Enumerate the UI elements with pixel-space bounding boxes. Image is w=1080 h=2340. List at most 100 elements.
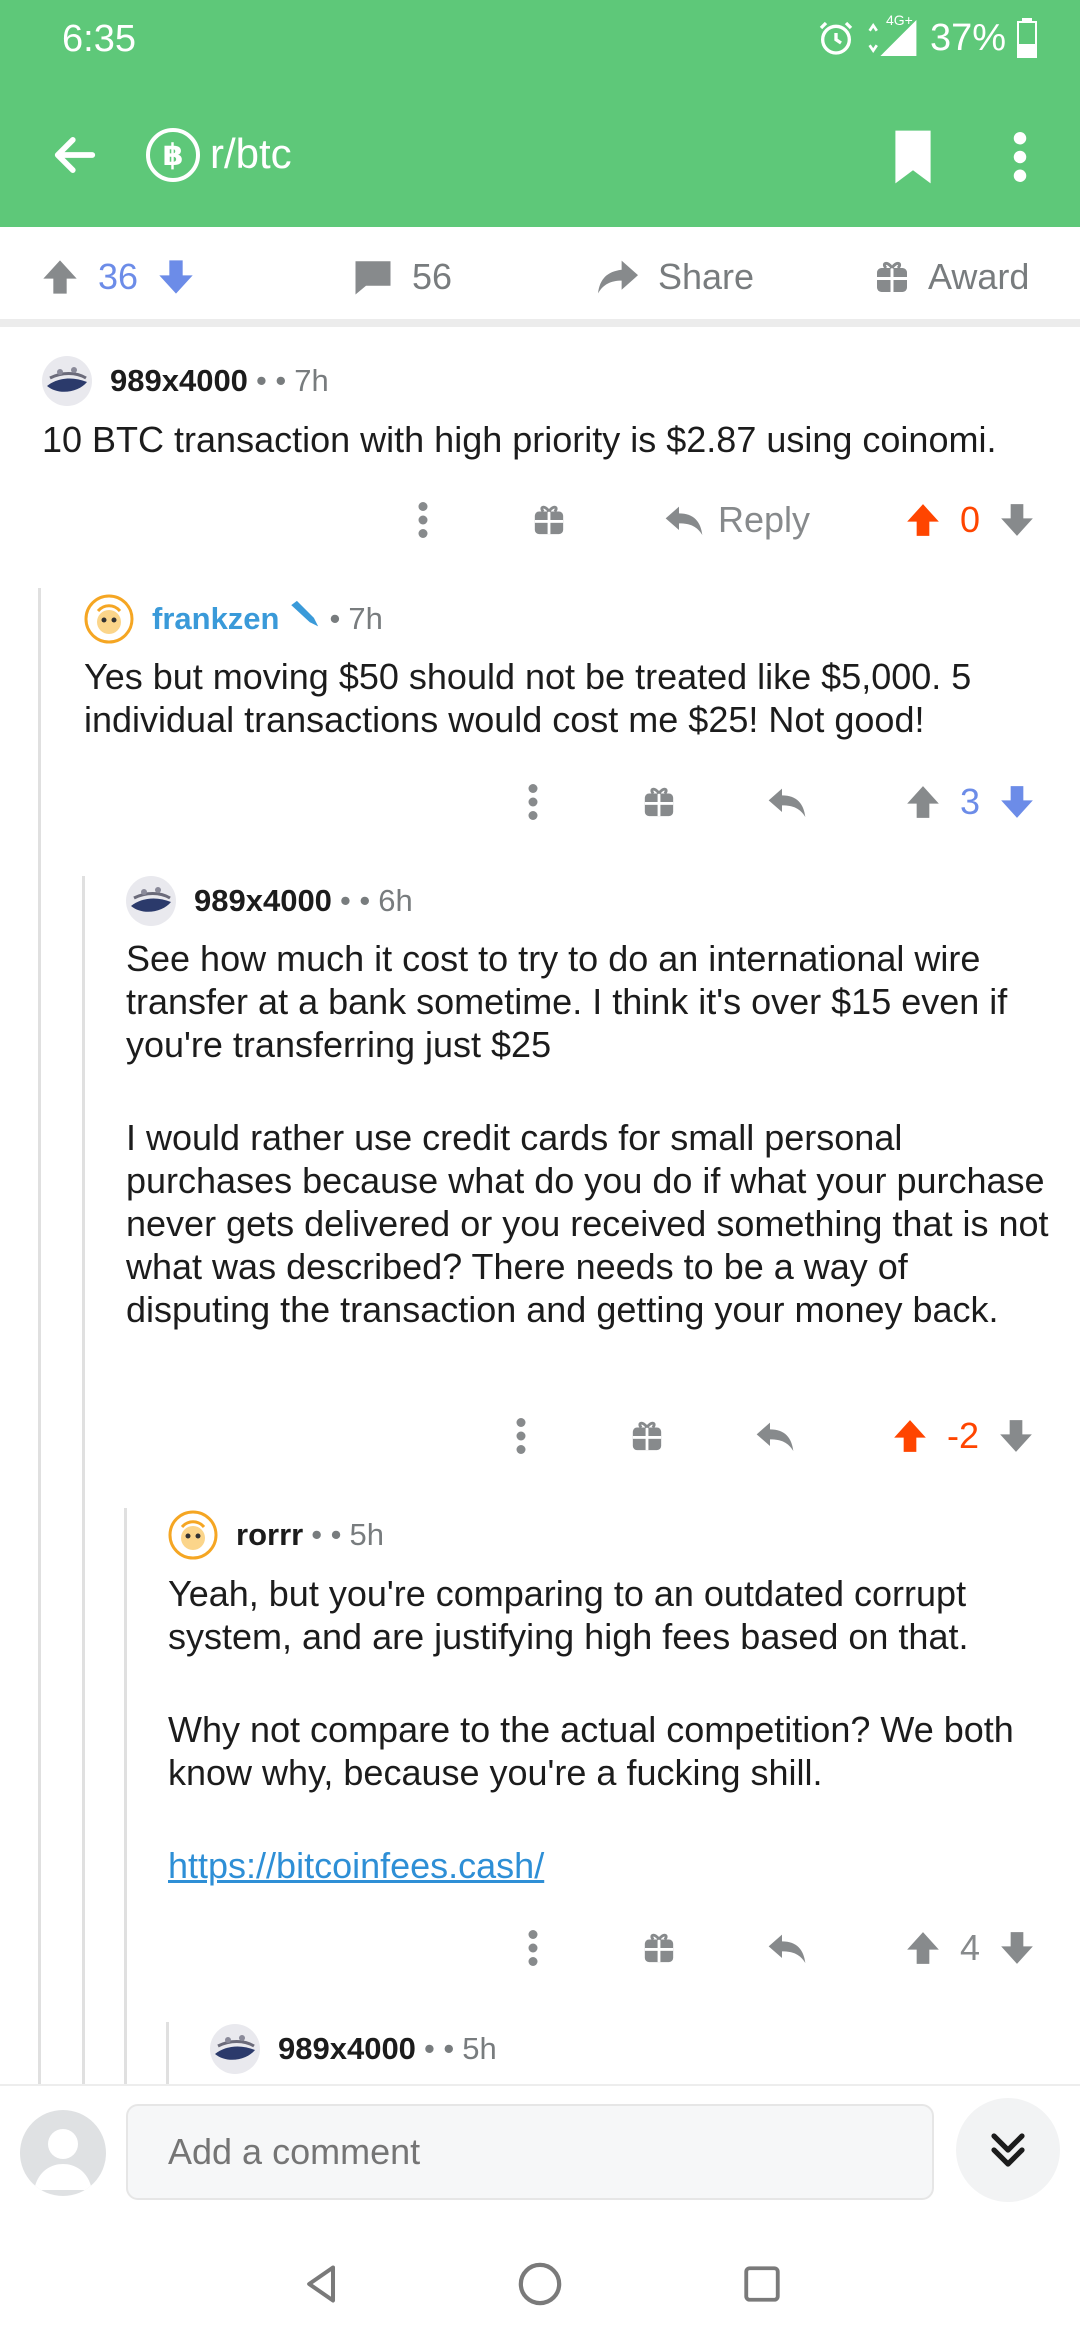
comment-more-button[interactable] — [510, 772, 556, 832]
comment-more-button[interactable] — [498, 1406, 544, 1466]
bookmark-button[interactable] — [878, 122, 948, 192]
reply-icon — [756, 1422, 794, 1451]
comment-author[interactable]: 989x4000 — [278, 2031, 416, 2067]
more-vertical-icon — [516, 1418, 526, 1454]
post-share-button[interactable]: Share — [596, 227, 754, 327]
avatar[interactable] — [42, 356, 92, 406]
comment-body: Yes but moving $50 should not be treated… — [84, 655, 1044, 741]
comment-more-button[interactable] — [400, 490, 446, 550]
share-icon — [598, 260, 638, 294]
comment-header: 989x4000 • • 7h — [42, 356, 329, 406]
comment-body: 10 BTC transaction with high priority is… — [42, 418, 1052, 461]
comment-author[interactable]: 989x4000 — [110, 363, 248, 399]
arrow-left-icon — [54, 137, 96, 173]
comment-age: 7h — [348, 601, 383, 636]
comment-input[interactable] — [126, 2104, 934, 2200]
more-vertical-icon — [528, 784, 538, 820]
comment-more-button[interactable] — [510, 1918, 556, 1978]
comment-header: frankzen • 7h — [84, 594, 383, 644]
upvote-icon[interactable] — [904, 783, 942, 821]
comment-vote-control: -2 — [876, 1406, 1050, 1466]
comment-score: -2 — [946, 1415, 979, 1456]
status-bar: 6:35 4G+ 37% — [0, 0, 1080, 80]
comment-reply-button[interactable] — [762, 772, 812, 832]
network-type: 4G+ — [885, 12, 913, 28]
user-avatar[interactable] — [20, 2110, 106, 2196]
comment-score: 3 — [959, 781, 981, 822]
comment-paragraph: See how much it cost to try to do an int… — [126, 938, 1008, 1065]
status-icons: 4G+ 37% — [816, 12, 1038, 60]
comment-reply-button[interactable] — [750, 1406, 800, 1466]
alarm-icon — [816, 18, 856, 58]
avatar[interactable] — [168, 1510, 218, 1560]
thread-line[interactable] — [82, 876, 85, 2084]
status-time: 6:35 — [62, 18, 136, 60]
overflow-menu-button[interactable] — [990, 122, 1050, 192]
comment-actions: Reply 0 — [0, 490, 1080, 550]
comment-age: 6h — [378, 883, 413, 918]
signal-icon: 4G+ — [866, 12, 920, 60]
downvote-icon[interactable] — [998, 1929, 1036, 1967]
gift-icon — [644, 787, 674, 817]
comment-reply-button[interactable] — [762, 1918, 812, 1978]
system-nav-bar — [0, 2220, 1080, 2340]
next-comment-button[interactable] — [956, 2098, 1060, 2202]
avatar[interactable] — [84, 594, 134, 644]
subreddit-name[interactable]: r/btc — [210, 130, 292, 178]
comment-link[interactable]: https://bitcoinfees.cash/ — [168, 1845, 544, 1886]
comment-actions: -2 — [0, 1406, 1080, 1466]
back-button[interactable] — [40, 120, 110, 190]
comment-age: 7h — [294, 363, 329, 398]
post-vote-control: 36 — [40, 227, 196, 327]
avatar[interactable] — [126, 876, 176, 926]
comment-paragraph: I would rather use credit cards for smal… — [126, 1117, 1049, 1330]
comment-body: Yeah, but you're comparing to an outdate… — [168, 1572, 1048, 1887]
comment-age: 5h — [349, 1517, 385, 1552]
comment-vote-control: 4 — [890, 1918, 1050, 1978]
post-comments-button[interactable]: 56 — [352, 227, 452, 327]
reply-icon — [768, 1934, 806, 1963]
downvote-icon[interactable] — [156, 257, 196, 297]
downvote-icon[interactable] — [997, 1417, 1035, 1455]
comment-paragraph: 10 BTC transaction with high priority is… — [42, 419, 997, 460]
comment-author[interactable]: frankzen — [152, 601, 279, 637]
nav-home-button[interactable] — [510, 2254, 570, 2314]
reply-label: Reply — [717, 499, 811, 540]
comment-award-button[interactable] — [636, 772, 682, 832]
upvote-icon[interactable] — [40, 257, 80, 297]
bitcoin-icon: ฿ — [146, 128, 200, 182]
circle-home-icon — [518, 2262, 562, 2306]
comment-reply-button[interactable]: Reply — [652, 490, 822, 550]
battery-percent: 37% — [929, 16, 1006, 59]
comment-award-button[interactable] — [636, 1918, 682, 1978]
upvote-icon[interactable] — [904, 1929, 942, 1967]
more-vertical-icon — [528, 1930, 538, 1966]
upvote-icon[interactable] — [904, 501, 942, 539]
avatar[interactable] — [210, 2024, 260, 2074]
nav-back-button[interactable] — [292, 2254, 352, 2314]
app-header: 6:35 4G+ 37% ฿ r/btc — [0, 0, 1080, 227]
comment-body: See how much it cost to try to do an int… — [126, 937, 1054, 1331]
comment-vote-control: 0 — [890, 490, 1050, 550]
upvote-icon[interactable] — [891, 1417, 929, 1455]
comment-header: 989x4000 • • 6h — [126, 876, 413, 926]
gift-icon — [877, 262, 907, 292]
thread-line[interactable] — [166, 2022, 169, 2084]
comment-author[interactable]: rorrr — [236, 1517, 303, 1553]
comment-score: 4 — [959, 1927, 981, 1968]
app-bar: ฿ r/btc — [0, 100, 1080, 210]
comment-award-button[interactable] — [526, 490, 572, 550]
comment-header: rorrr • • 5h — [168, 1510, 384, 1560]
comment-author[interactable]: 989x4000 — [194, 883, 332, 919]
comment-award-button[interactable] — [624, 1406, 670, 1466]
comment-header: 989x4000 • • 5h — [210, 2024, 497, 2074]
nav-recents-button[interactable] — [732, 2254, 792, 2314]
thread-line[interactable] — [124, 1508, 127, 2084]
reply-icon — [768, 788, 806, 817]
downvote-icon[interactable] — [998, 501, 1036, 539]
post-award-button[interactable]: Award — [874, 227, 1029, 327]
comment-paragraph: Yeah, but you're comparing to an outdate… — [168, 1573, 969, 1657]
battery-icon — [1016, 18, 1038, 58]
share-label: Share — [658, 256, 755, 297]
downvote-icon[interactable] — [998, 783, 1036, 821]
